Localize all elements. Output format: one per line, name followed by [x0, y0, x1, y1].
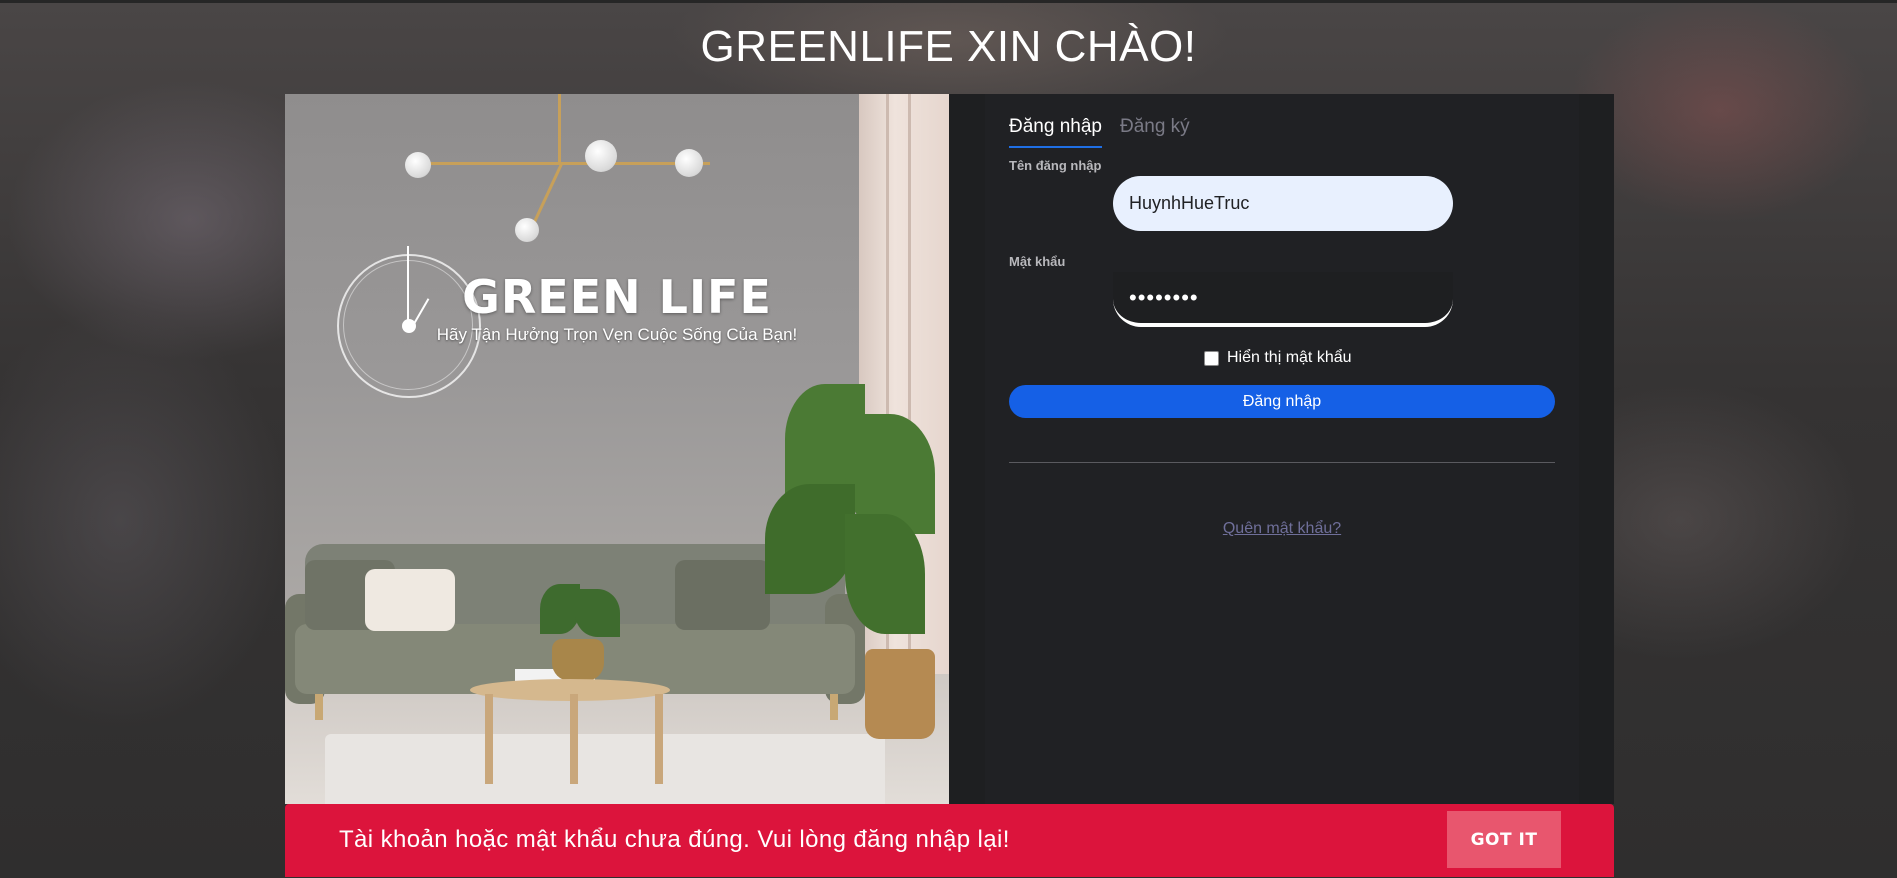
forgot-password-link[interactable]: Quên mật khẩu? — [1009, 520, 1555, 538]
hero-logo: GREEN LIFE — [462, 270, 772, 324]
lamp-bulb — [405, 152, 431, 178]
sofa-pillow — [365, 569, 455, 631]
auth-tabs: Đăng nhập Đăng ký — [1009, 116, 1190, 148]
sofa-pillow — [675, 560, 770, 630]
error-toast: Tài khoản hoặc mật khẩu chưa đúng. Vui l… — [285, 804, 1614, 877]
show-password-row: Hiển thị mật khẩu — [1204, 349, 1352, 367]
login-button[interactable]: Đăng nhập — [1009, 385, 1555, 418]
tab-login[interactable]: Đăng nhập — [1009, 116, 1102, 148]
table-plant-pot — [552, 639, 604, 681]
login-panel: Đăng nhập Đăng ký Tên đăng nhập Mật khẩu… — [949, 94, 1614, 804]
coffee-table-leg — [485, 694, 493, 784]
lamp-bulb — [675, 149, 703, 177]
username-label: Tên đăng nhập — [1009, 158, 1102, 173]
username-input[interactable] — [1113, 176, 1453, 231]
hero-rug — [325, 734, 885, 804]
tab-register[interactable]: Đăng ký — [1120, 116, 1190, 148]
show-password-label: Hiển thị mật khẩu — [1227, 349, 1352, 366]
lamp-stem — [558, 94, 561, 164]
lamp-bulb — [515, 218, 539, 242]
password-input[interactable] — [1113, 272, 1453, 327]
divider — [1009, 462, 1555, 463]
error-toast-message: Tài khoản hoặc mật khẩu chưa đúng. Vui l… — [339, 826, 1010, 853]
hero-tagline: Hãy Tận Hưởng Trọn Vẹn Cuộc Sống Của Bạn… — [436, 325, 798, 344]
floor-plant-leaf — [845, 514, 925, 634]
password-label: Mật khẩu — [1009, 254, 1066, 269]
floor-plant-leaf — [765, 484, 855, 594]
show-password-checkbox[interactable] — [1204, 350, 1219, 366]
lamp-bulb — [585, 140, 617, 172]
lamp-arm — [420, 162, 710, 165]
coffee-table-leg — [655, 694, 663, 784]
hero-image: GREEN LIFE Hãy Tận Hưởng Trọn Vẹn Cuộc S… — [285, 94, 949, 804]
table-plant-leaf — [540, 584, 580, 634]
sofa-leg — [830, 694, 838, 720]
table-plant-leaf — [575, 589, 620, 637]
got-it-button[interactable]: GOT IT — [1447, 811, 1561, 868]
page-title: GREENLIFE XIN CHÀO! — [700, 22, 1197, 71]
sofa-leg — [315, 694, 323, 720]
plant-basket — [865, 649, 935, 739]
coffee-table-leg — [570, 694, 578, 784]
window-top-border — [0, 0, 1897, 3]
lamp-arm — [530, 163, 563, 229]
